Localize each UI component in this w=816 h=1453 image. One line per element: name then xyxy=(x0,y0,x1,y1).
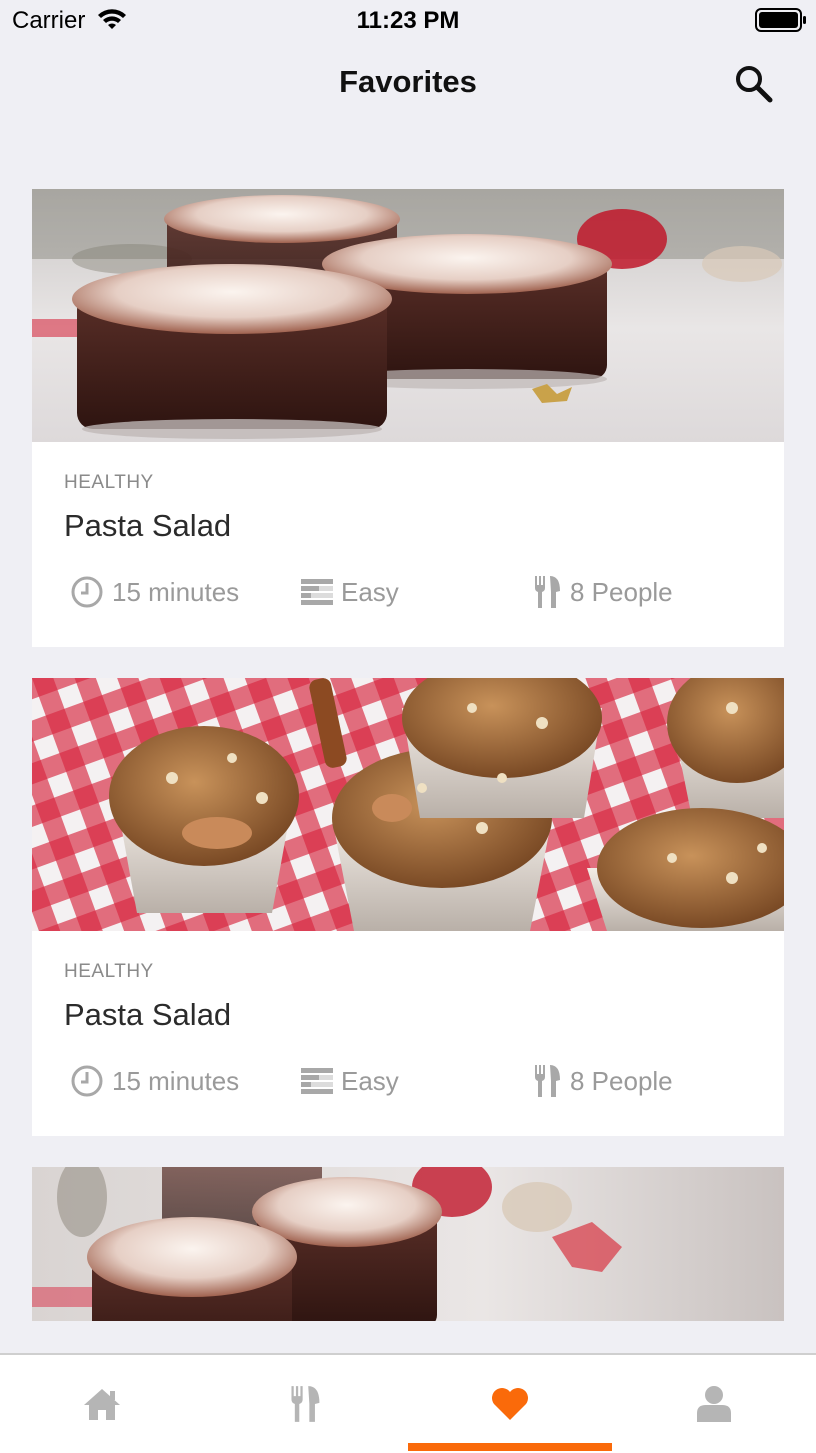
tab-recipes[interactable] xyxy=(204,1355,408,1453)
fork-knife-icon xyxy=(291,1386,320,1422)
recipe-title: Pasta Salad xyxy=(64,508,232,543)
tab-home[interactable] xyxy=(0,1355,204,1453)
recipe-card[interactable]: HEALTHY Pasta Salad 15 minutes Easy 8 Pe… xyxy=(32,678,784,1136)
recipe-card[interactable]: HEALTHY Pasta Salad 15 minutes Easy 8 Pe… xyxy=(32,189,784,647)
recipe-image-hot-chocolate xyxy=(32,189,784,442)
tab-bar xyxy=(0,1353,816,1453)
recipe-difficulty-label: Easy xyxy=(341,576,399,607)
search-icon[interactable] xyxy=(732,62,774,104)
page-title: Favorites xyxy=(339,64,477,99)
home-icon xyxy=(84,1389,120,1420)
status-bar: Carrier 11:23 PM xyxy=(0,0,816,40)
battery-icon xyxy=(755,8,806,32)
recipe-servings: 8 People xyxy=(534,574,673,610)
recipe-difficulty: Easy xyxy=(301,574,399,610)
clock-icon xyxy=(71,576,103,608)
recipe-difficulty-label: Easy xyxy=(341,1065,399,1096)
recipe-category: HEALTHY xyxy=(64,961,154,982)
active-tab-indicator xyxy=(408,1443,612,1451)
recipe-category: HEALTHY xyxy=(64,472,154,493)
user-icon xyxy=(697,1386,731,1422)
recipe-card[interactable] xyxy=(32,1167,784,1321)
fork-knife-icon xyxy=(535,1065,560,1097)
clock-icon xyxy=(71,1065,103,1097)
tab-profile[interactable] xyxy=(612,1355,816,1453)
recipe-time-label: 15 minutes xyxy=(112,1065,240,1096)
recipe-time: 15 minutes xyxy=(70,574,239,610)
recipe-servings-label: 8 People xyxy=(570,576,673,607)
recipe-time: 15 minutes xyxy=(70,1063,239,1099)
recipe-servings: 8 People xyxy=(534,1063,673,1099)
favorites-list[interactable]: HEALTHY Pasta Salad 15 minutes Easy 8 Pe… xyxy=(32,189,784,1321)
recipe-title: Pasta Salad xyxy=(64,997,232,1032)
recipe-servings-label: 8 People xyxy=(570,1065,673,1096)
recipe-time-label: 15 minutes xyxy=(112,576,240,607)
hot-chocolate-photo xyxy=(32,189,784,442)
recipe-difficulty: Easy xyxy=(301,1063,399,1099)
hot-chocolate-photo xyxy=(32,1167,784,1321)
recipe-card-body: HEALTHY Pasta Salad 15 minutes Easy 8 Pe… xyxy=(32,442,784,647)
recipe-image-muffins xyxy=(32,678,784,931)
recipe-image-hot-chocolate xyxy=(32,1167,784,1321)
tab-favorites[interactable] xyxy=(408,1355,612,1453)
muffins-photo xyxy=(32,678,784,931)
recipe-card-body: HEALTHY Pasta Salad 15 minutes Easy 8 Pe… xyxy=(32,931,784,1136)
difficulty-icon xyxy=(301,1068,333,1094)
status-time: 11:23 PM xyxy=(356,7,460,34)
fork-knife-icon xyxy=(535,576,560,608)
heart-icon xyxy=(492,1388,528,1420)
difficulty-icon xyxy=(301,579,333,605)
